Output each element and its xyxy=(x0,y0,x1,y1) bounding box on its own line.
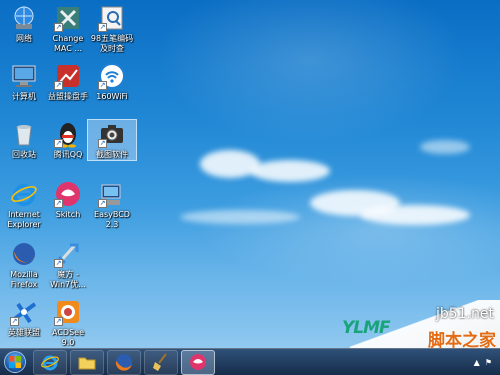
easybcd-icon: ↗ xyxy=(98,180,126,208)
desktop-icon-qq[interactable]: ↗ 腾讯QQ xyxy=(44,120,92,160)
qq-penguin-icon: ↗ xyxy=(54,120,82,148)
taskbar-item-skitch[interactable] xyxy=(181,349,215,375)
shortcut-arrow-icon: ↗ xyxy=(54,199,63,208)
system-tray: ▲ ⚑ xyxy=(474,358,500,367)
taskbar: ▲ ⚑ xyxy=(0,348,500,375)
desktop-icon-easybcd[interactable]: ↗ EasyBCD 2.3 xyxy=(88,180,136,230)
shortcut-arrow-icon: ↗ xyxy=(98,81,107,90)
wallpaper-cloud xyxy=(180,210,300,224)
win7-optimizer-icon: ↗ xyxy=(54,240,82,268)
start-button[interactable] xyxy=(0,349,30,375)
shortcut-arrow-icon: ↗ xyxy=(54,81,63,90)
desktop-icon-firefox[interactable]: Mozilla Firefox xyxy=(0,240,48,290)
desktop-icon-label: 160WiFi xyxy=(96,92,128,101)
desktop-icon-network[interactable]: 网络 xyxy=(0,4,48,44)
computer-icon xyxy=(10,62,38,90)
action-center-icon[interactable]: ⚑ xyxy=(485,358,492,367)
shortcut-arrow-icon: ↗ xyxy=(54,139,63,148)
desktop-icon-change-mac[interactable]: ↗ Change MAC ... xyxy=(44,4,92,54)
shortcut-arrow-icon: ↗ xyxy=(54,317,63,326)
broom-icon xyxy=(153,353,167,371)
show-hidden-icons-icon[interactable]: ▲ xyxy=(474,358,480,367)
change-mac-icon: ↗ xyxy=(54,4,82,32)
wallpaper-cloud xyxy=(250,160,330,182)
desktop-icon-160wifi[interactable]: ↗ 160WiFi xyxy=(88,62,136,102)
shortcut-arrow-icon: ↗ xyxy=(98,199,107,208)
explorer-folder-icon xyxy=(78,357,96,370)
firefox-icon xyxy=(10,240,38,268)
wallpaper-cloud xyxy=(420,140,470,154)
shortcut-arrow-icon: ↗ xyxy=(98,139,107,148)
camera-icon: ↗ xyxy=(98,120,126,148)
watermark-site-text: jb51.net xyxy=(435,306,494,322)
desktop-icon-label: 截图软件 xyxy=(96,150,128,159)
shortcut-arrow-icon: ↗ xyxy=(54,259,63,268)
desktop-icon-label: EasyBCD 2.3 xyxy=(94,210,130,229)
desktop-icon-computer[interactable]: 计算机 xyxy=(0,62,48,102)
acdsee-icon: ↗ xyxy=(54,298,82,326)
desktop-icon-win7-optimizer[interactable]: ↗ 魔方 - Win7优... xyxy=(44,240,92,290)
desktop-icon-acdsee[interactable]: ↗ ACDSee 9.0 xyxy=(44,298,92,348)
desktop-icon-game[interactable]: ↗ 英雄联盟 xyxy=(0,298,48,338)
skitch-icon: ↗ xyxy=(54,180,82,208)
network-icon xyxy=(10,4,38,32)
wallpaper-cloud xyxy=(360,205,470,225)
ie-icon xyxy=(10,180,38,208)
shortcut-arrow-icon: ↗ xyxy=(10,317,19,326)
desktop-icon-wubi[interactable]: ↗ 98五笔编码 及时查 xyxy=(88,4,136,54)
taskbar-item-firefox[interactable] xyxy=(107,349,141,375)
wifi-icon: ↗ xyxy=(98,62,126,90)
ie-icon xyxy=(41,355,59,371)
wubi-lookup-icon: ↗ xyxy=(98,4,126,32)
desktop-icon-label: ACDSee 9.0 xyxy=(52,328,84,347)
desktop-icon-ie[interactable]: Internet Explorer xyxy=(0,180,48,230)
taskbar-item-ie[interactable] xyxy=(33,349,67,375)
recycle-bin-icon xyxy=(10,120,38,148)
wallpaper-brand-logo: YLMF xyxy=(342,318,391,338)
desktop-icon-label: 98五笔编码 及时查 xyxy=(90,34,134,53)
desktop-icon-skitch[interactable]: ↗ Skitch xyxy=(44,180,92,220)
skitch-icon xyxy=(190,354,206,370)
shortcut-arrow-icon: ↗ xyxy=(98,23,107,32)
taskbar-item-cleaner[interactable] xyxy=(144,349,178,375)
windows-logo-icon xyxy=(4,351,26,373)
desktop-icon-screenshot[interactable]: ↗ 截图软件 xyxy=(87,119,137,161)
firefox-icon xyxy=(115,354,132,371)
trading-icon: ↗ xyxy=(54,62,82,90)
taskbar-item-explorer[interactable] xyxy=(70,349,104,375)
desktop-icon-recycle-bin[interactable]: 回收站 xyxy=(0,120,48,160)
desktop-icon-label: 魔方 - Win7优... xyxy=(50,270,86,289)
shortcut-arrow-icon: ↗ xyxy=(54,23,63,32)
game-icon: ↗ xyxy=(10,298,38,326)
desktop-icon-trading[interactable]: ↗ 益盟操盘手 xyxy=(44,62,92,102)
